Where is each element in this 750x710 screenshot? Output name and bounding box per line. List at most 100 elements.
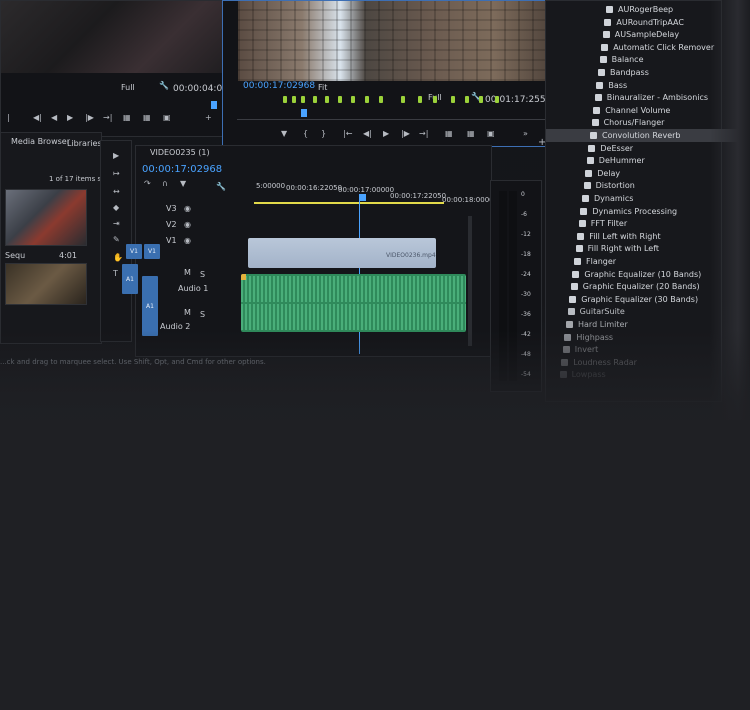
program-timecode-in[interactable]: 00:00:17:02968 [243, 81, 315, 91]
mute-button-a1[interactable]: M [184, 268, 191, 277]
eye-icon[interactable]: ◉ [184, 204, 191, 213]
selection-tool-icon[interactable]: ▶ [113, 151, 119, 160]
effect-label: AURoundTripAAC [616, 17, 684, 27]
add-marker-icon[interactable]: ▼ [180, 179, 186, 188]
solo-button-a1[interactable]: S [200, 270, 205, 279]
program-scrub-bar[interactable] [237, 119, 557, 120]
effect-label: FFT Filter [590, 219, 628, 229]
timeline-scrollbar[interactable] [468, 216, 472, 346]
marker-icon[interactable]: ▼ [281, 129, 287, 138]
ruler-tick-3: 00:00:17:22050 [390, 192, 447, 200]
mute-button-a2[interactable]: M [184, 308, 191, 317]
step-back-icon[interactable]: ◀| [33, 113, 42, 122]
effect-label: Distortion [595, 181, 635, 191]
add-button-icon[interactable]: + [205, 113, 212, 122]
linked-selection-icon[interactable]: ∩ [162, 179, 168, 188]
step-forward-icon[interactable]: |▶ [85, 113, 94, 122]
step-forward-icon[interactable]: |▶ [401, 129, 410, 138]
sequence-thumbnail[interactable] [5, 189, 87, 246]
play-icon[interactable]: ▶ [383, 129, 389, 138]
meter-label: -48 [521, 351, 531, 358]
effect-plugin-icon [604, 18, 612, 26]
forward-icon[interactable]: →| [103, 113, 112, 122]
effect-item[interactable]: Hard Limiter [546, 318, 737, 331]
monitor-bezel [710, 0, 750, 420]
effect-item[interactable]: Invert [546, 343, 734, 356]
timeline-timecode[interactable]: 00:00:17:02968 [142, 164, 222, 175]
source-playhead-marker[interactable] [211, 101, 217, 109]
effect-item[interactable]: Highpass [546, 331, 735, 344]
go-to-in-icon[interactable]: |← [343, 129, 352, 138]
meter-label: -18 [521, 251, 531, 258]
a1-target[interactable]: A1 [142, 276, 158, 336]
snap-icon[interactable]: ↷ [144, 179, 151, 188]
ripple-edit-icon[interactable]: ↔ [113, 187, 120, 196]
pen-tool-icon[interactable]: ✎ [113, 235, 120, 244]
track-v1[interactable]: V1 [166, 236, 177, 245]
effect-label: AURogerBeep [618, 5, 674, 14]
extract-icon[interactable]: ▦ [467, 129, 475, 138]
meter-label: 0 [521, 191, 525, 198]
effect-label: Loudness Radar [573, 357, 637, 367]
source-zoom-select[interactable]: Full [121, 83, 135, 92]
more-icon[interactable]: » [523, 129, 528, 138]
photo-stage: Full 🔧 00:00:04:01 | ◀| ◀ ▶ |▶ →| ▦ ▦ ▣ … [0, 0, 750, 710]
effect-plugin-icon [567, 308, 575, 316]
meter-label: -42 [521, 331, 531, 338]
track-select-icon[interactable]: ↦ [113, 169, 120, 178]
v1-source-patch[interactable]: V1 [126, 244, 142, 259]
eye-icon[interactable]: ◉ [184, 220, 191, 229]
mark-out-icon[interactable]: } [321, 129, 326, 138]
effect-label: Dynamics [594, 194, 634, 203]
thumb-duration: 4:01 [59, 251, 77, 260]
effect-item[interactable]: Loudness Radar [546, 356, 732, 369]
razor-tool-icon[interactable]: ◆ [113, 203, 119, 212]
type-tool-icon[interactable]: T [113, 269, 118, 278]
effect-label: Balance [611, 55, 644, 65]
audio-waveform-left [241, 276, 466, 302]
editor-screen: Full 🔧 00:00:04:01 | ◀| ◀ ▶ |▶ →| ▦ ▦ ▣ … [0, 0, 750, 420]
tab-libraries[interactable]: Libraries [67, 139, 102, 148]
effect-plugin-icon [598, 69, 605, 76]
rewind-icon[interactable]: ◀ [51, 113, 57, 122]
solo-button-a2[interactable]: S [200, 310, 205, 319]
track-label-audio2: Audio 2 [160, 322, 191, 331]
overwrite-icon[interactable]: ▦ [143, 113, 151, 122]
track-v3[interactable]: V3 [166, 204, 177, 213]
sequence-tab[interactable]: VIDEO0235 (1) [150, 148, 210, 157]
program-playhead-marker[interactable] [301, 109, 307, 117]
slip-tool-icon[interactable]: ⇥ [113, 219, 120, 228]
video-clip[interactable]: VIDEO0236.mp4 [248, 238, 436, 268]
step-back-icon[interactable]: ◀| [363, 129, 372, 138]
meter-channel-right [509, 191, 517, 381]
effect-plugin-icon [572, 270, 580, 278]
project-panel: Media Browser Libraries 1 of 17 items se… [0, 132, 118, 344]
camera-icon[interactable]: ▣ [163, 113, 171, 122]
camera-icon[interactable]: ▣ [487, 129, 495, 138]
work-area-bar[interactable] [254, 202, 444, 204]
effect-label: Flanger [586, 257, 617, 266]
v1-target[interactable]: V1 [144, 244, 160, 259]
mark-in-icon[interactable]: { [303, 129, 308, 138]
program-monitor: 00:00:17:02968 Fit Full 🔧 00:01:17:25518… [222, 0, 574, 148]
lift-icon[interactable]: ▦ [445, 129, 453, 138]
tab-media-browser[interactable]: Media Browser [11, 137, 70, 146]
program-fit-select[interactable]: Fit [318, 83, 327, 92]
eye-icon[interactable]: ◉ [184, 236, 191, 245]
hand-tool-icon[interactable]: ✋ [113, 253, 123, 262]
effect-label: DeHummer [598, 156, 645, 166]
wrench-icon[interactable]: 🔧 [216, 182, 226, 191]
go-to-out-icon[interactable]: →| [419, 129, 428, 138]
a1-source-patch[interactable]: A1 [122, 264, 138, 294]
play-icon[interactable]: ▶ [67, 113, 73, 122]
clip-thumbnail[interactable] [5, 263, 87, 305]
insert-icon[interactable]: ▦ [123, 113, 131, 122]
audio-clip[interactable] [241, 274, 466, 332]
timeline-playhead-handle[interactable] [360, 194, 366, 201]
effect-plugin-icon [591, 119, 599, 127]
track-v2[interactable]: V2 [166, 220, 177, 229]
mark-in-icon[interactable]: | [7, 113, 10, 122]
effect-item[interactable]: Lowpass [546, 368, 731, 381]
wrench-icon[interactable]: 🔧 [159, 81, 169, 90]
effect-label: Fill Left with Right [589, 231, 661, 241]
